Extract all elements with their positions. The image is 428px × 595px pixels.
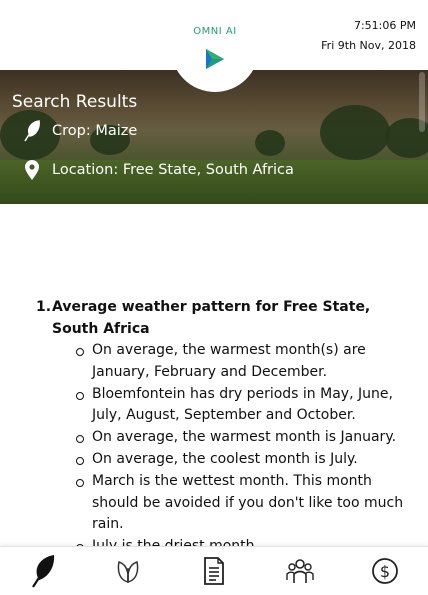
bullet-item: Bloemfontein has dry periods in May, Jun… — [76, 384, 412, 428]
nav-crop-button[interactable] — [23, 551, 63, 591]
bullet-item: July is the driest month. — [76, 536, 412, 546]
location-row: Location: Free State, South Africa — [22, 159, 294, 181]
location-label: Location: Free State, South Africa — [52, 162, 294, 178]
bullet-item: March is the wettest month. This month s… — [76, 471, 412, 536]
dollar-icon: $ — [372, 558, 399, 584]
crop-row: Crop: Maize — [22, 120, 137, 142]
nav-finance-button[interactable]: $ — [365, 551, 405, 591]
results-list: 1. Average weather pattern for Free Stat… — [36, 296, 412, 546]
document-icon — [204, 557, 224, 585]
logo-text: OMNI AI — [193, 26, 237, 37]
hero-scrollbar[interactable] — [419, 72, 425, 132]
bullet-item: On average, the warmest month is January… — [76, 427, 412, 449]
nav-plant-button[interactable] — [108, 551, 148, 591]
nav-community-button[interactable] — [280, 551, 320, 591]
result-title: Average weather pattern for Free State, … — [52, 299, 371, 337]
leaf-icon — [118, 561, 139, 583]
result-bullets: On average, the warmest month(s) are Jan… — [76, 340, 412, 546]
team-icon — [285, 559, 314, 583]
svg-text:$: $ — [380, 562, 390, 581]
crop-label: Crop: Maize — [52, 123, 138, 139]
datetime: 7:51:06 PM Fri 9th Nov, 2018 — [321, 16, 416, 56]
result-number: 1. — [36, 299, 52, 315]
result-item: 1. Average weather pattern for Free Stat… — [36, 296, 412, 546]
location-pin-icon — [25, 160, 39, 180]
bullet-item: On average, the warmest month(s) are Jan… — [76, 340, 412, 384]
bottom-nav: $ — [0, 546, 428, 595]
page-title: Search Results — [12, 92, 138, 112]
feather-icon — [31, 555, 54, 588]
nav-report-button[interactable] — [194, 551, 234, 591]
time-label: 7:51:06 PM — [353, 19, 416, 32]
date-label: Fri 9th Nov, 2018 — [321, 39, 416, 52]
play-logo-icon — [206, 49, 224, 69]
bullet-item: On average, the coolest month is July. — [76, 449, 412, 471]
feather-icon — [24, 120, 40, 142]
results-panel[interactable]: 1. Average weather pattern for Free Stat… — [0, 204, 428, 546]
